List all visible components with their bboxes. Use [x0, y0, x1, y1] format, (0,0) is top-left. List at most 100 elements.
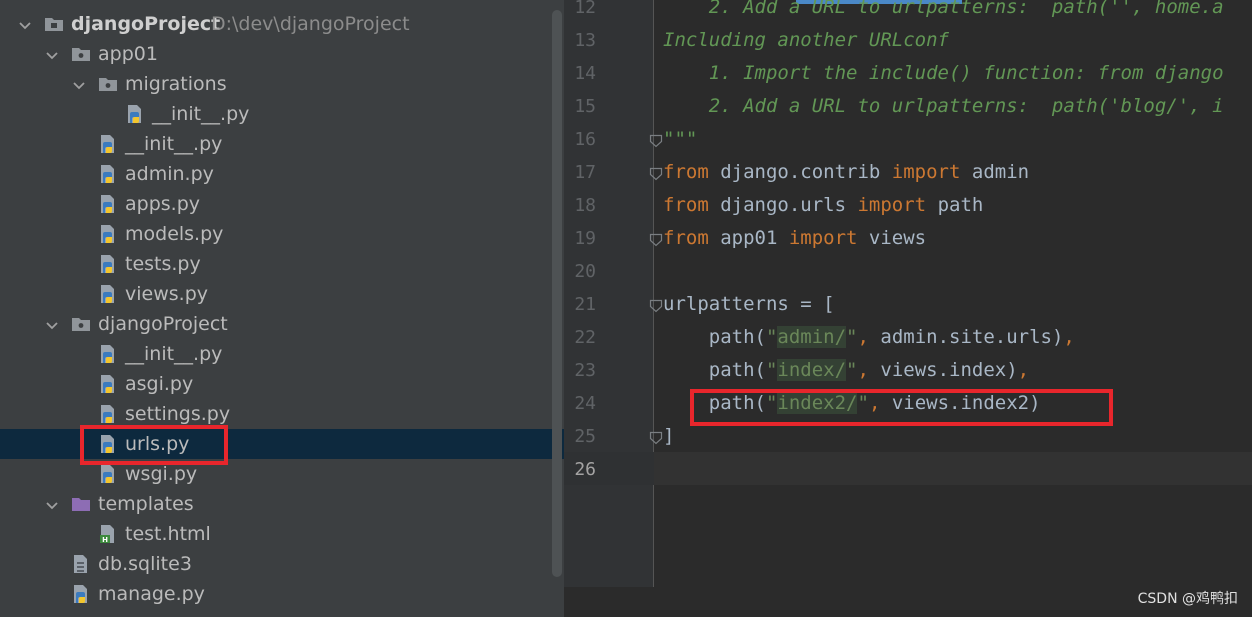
- tree-scrollbar[interactable]: [552, 10, 562, 577]
- code-line[interactable]: ]: [663, 420, 674, 453]
- tree-file-item[interactable]: views.py: [0, 279, 564, 309]
- tree-item-label: __init__.py: [125, 133, 223, 155]
- code-token: ,: [1063, 326, 1075, 348]
- line-number: 18: [574, 195, 596, 216]
- code-token: 2. Add a URL to urlpatterns: path('', ho…: [663, 0, 1224, 18]
- line-number: 12: [574, 0, 596, 18]
- tree-file-item[interactable]: manage.py: [0, 579, 564, 609]
- code-line[interactable]: from app01 import views: [663, 222, 926, 255]
- code-line[interactable]: 2. Add a URL to urlpatterns: path('', ho…: [663, 0, 1224, 24]
- code-token: urlpatterns = [: [663, 293, 835, 315]
- code-token: admin.site.urls): [880, 326, 1064, 348]
- chevron-down-icon[interactable]: [45, 316, 59, 330]
- tree-item-label: test.html: [125, 523, 211, 545]
- chevron-down-icon[interactable]: [72, 76, 86, 90]
- line-number: 22: [574, 327, 596, 348]
- python-file-icon: [98, 464, 118, 484]
- tree-item-label: asgi.py: [125, 373, 194, 395]
- python-file-icon: [98, 404, 118, 424]
- tree-item-label: models.py: [125, 223, 224, 245]
- python-file-icon: [71, 584, 91, 604]
- code-line[interactable]: Including another URLconf: [663, 24, 949, 57]
- tree-folder-item[interactable]: migrations: [0, 69, 564, 99]
- line-number: 24: [574, 393, 596, 414]
- tree-folder-item[interactable]: djangoProject D:\dev\djangoProject: [0, 9, 564, 39]
- code-token: ]: [663, 425, 675, 447]
- code-token: path(: [663, 359, 766, 381]
- chevron-down-icon[interactable]: [18, 16, 32, 30]
- project-path: D:\dev\djangoProject: [211, 13, 410, 35]
- code-token: app01: [708, 227, 789, 249]
- python-file-icon: [125, 104, 145, 124]
- code-token: 1. Import the include() function: from d…: [663, 62, 1224, 84]
- tree-file-item[interactable]: apps.py: [0, 189, 564, 219]
- code-token: import: [788, 227, 858, 249]
- code-editor[interactable]: 12 2. Add a URL to urlpatterns: path('',…: [564, 0, 1252, 617]
- code-line[interactable]: from django.urls import path: [663, 189, 983, 222]
- tree-item-label: templates: [98, 493, 194, 515]
- code-line[interactable]: path("index/", views.index),: [663, 354, 1029, 387]
- tree-item-label: djangoProject: [71, 13, 221, 35]
- python-file-icon: [98, 254, 118, 274]
- code-token: path(: [663, 326, 766, 348]
- code-line[interactable]: from django.contrib import admin: [663, 156, 1029, 189]
- tree-file-item[interactable]: __init__.py: [0, 129, 564, 159]
- tree-file-item[interactable]: db.sqlite3: [0, 549, 564, 579]
- line-number: 23: [574, 360, 596, 381]
- code-token: """: [663, 128, 698, 150]
- tree-file-item[interactable]: asgi.py: [0, 369, 564, 399]
- tree-file-item[interactable]: tests.py: [0, 249, 564, 279]
- annotation-box-urls-file: [80, 425, 228, 465]
- code-token: django.contrib: [708, 161, 892, 183]
- code-token: ": [765, 326, 778, 348]
- code-line[interactable]: path("admin/", admin.site.urls),: [663, 321, 1075, 354]
- code-token: path: [926, 194, 984, 216]
- chevron-down-icon[interactable]: [45, 496, 59, 510]
- line-number: 25: [574, 426, 596, 447]
- tree-file-item[interactable]: models.py: [0, 219, 564, 249]
- python-file-icon: [98, 224, 118, 244]
- fold-marker-icon[interactable]: [649, 430, 663, 445]
- code-line[interactable]: urlpatterns = [: [663, 288, 835, 321]
- folder-icon: [71, 44, 91, 64]
- python-file-icon: [98, 374, 118, 394]
- tree-file-item[interactable]: admin.py: [0, 159, 564, 189]
- tree-item-label: tests.py: [125, 253, 201, 275]
- fold-marker-icon[interactable]: [649, 166, 663, 181]
- tree-file-item[interactable]: __init__.py: [0, 99, 564, 129]
- python-file-icon: [98, 284, 118, 304]
- code-token: 2. Add a URL to urlpatterns: path('blog/…: [663, 95, 1224, 117]
- fold-marker-icon[interactable]: [649, 232, 663, 247]
- tree-file-item[interactable]: __init__.py: [0, 339, 564, 369]
- code-line[interactable]: 2. Add a URL to urlpatterns: path('blog/…: [663, 90, 1224, 123]
- chevron-down-icon[interactable]: [45, 46, 59, 60]
- code-line[interactable]: """: [663, 123, 697, 156]
- code-token: ,: [1017, 359, 1030, 381]
- project-tree-panel: djangoProject D:\dev\djangoProject app01 mi…: [0, 0, 564, 617]
- tree-folder-item[interactable]: djangoProject: [0, 309, 564, 339]
- tree-folder-item[interactable]: templates: [0, 489, 564, 519]
- gutter-divider: [653, 0, 654, 587]
- tree-folder-item[interactable]: app01: [0, 39, 564, 69]
- line-number: 17: [574, 162, 596, 183]
- html-file-icon: H: [98, 524, 118, 544]
- tree-item-label: settings.py: [125, 403, 231, 425]
- python-file-icon: [98, 194, 118, 214]
- code-token: from: [663, 161, 709, 183]
- line-number: 20: [574, 261, 596, 282]
- tree-file-item[interactable]: Htest.html: [0, 519, 564, 549]
- code-line[interactable]: 1. Import the include() function: from d…: [663, 57, 1224, 90]
- tree-item-label: apps.py: [125, 193, 201, 215]
- line-number: 16: [574, 129, 596, 150]
- svg-text:H: H: [102, 536, 108, 544]
- fold-marker-icon[interactable]: [649, 133, 663, 148]
- line-number: 26: [574, 459, 596, 480]
- python-file-icon: [98, 134, 118, 154]
- line-number: 19: [574, 228, 596, 249]
- code-token: views.index): [880, 359, 1018, 381]
- database-file-icon: [71, 554, 91, 574]
- watermark: CSDN @鸡鸭扣: [1137, 591, 1238, 607]
- tree-item-label: __init__.py: [152, 103, 250, 125]
- folder-icon: [98, 74, 118, 94]
- fold-marker-icon[interactable]: [649, 298, 663, 313]
